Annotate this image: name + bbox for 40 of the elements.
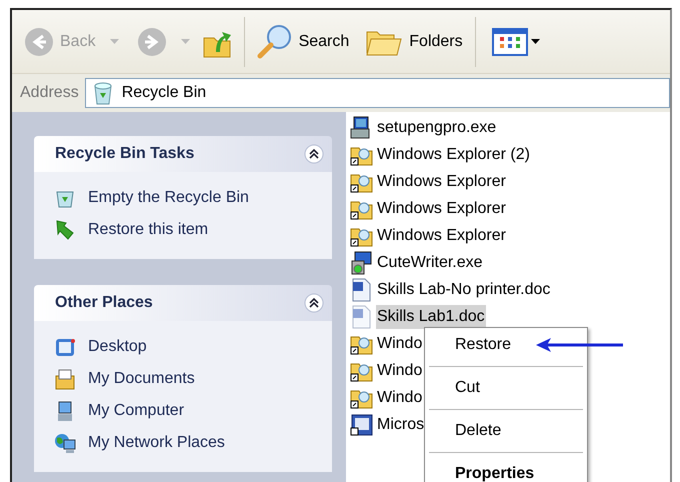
file-item[interactable]: Micros xyxy=(376,412,426,436)
file-item[interactable]: Skills Lab1.doc xyxy=(376,304,486,328)
task-link[interactable]: Restore this item xyxy=(54,218,332,242)
collapse-chevron-icon[interactable] xyxy=(304,144,324,164)
file-item[interactable]: setupengpro.exe xyxy=(376,116,498,140)
menu-item[interactable]: Delete xyxy=(425,416,587,446)
menu-item[interactable]: Properties xyxy=(425,459,587,482)
setup-disc-icon[interactable] xyxy=(350,250,374,274)
folders-button[interactable]: Folders xyxy=(365,22,463,62)
task-link[interactable]: My Computer xyxy=(54,399,332,423)
address-field[interactable]: Recycle Bin xyxy=(84,78,670,108)
address-label: Address xyxy=(20,83,79,103)
file-item[interactable]: Skills Lab-No printer.doc xyxy=(376,278,552,302)
dropdown-caret-icon xyxy=(530,39,540,44)
file-item[interactable]: CuteWriter.exe xyxy=(376,250,484,274)
menu-item[interactable]: Restore xyxy=(425,330,587,360)
search-button[interactable]: Search xyxy=(256,22,350,62)
views-grid-icon xyxy=(492,28,528,56)
restore-arrow-icon xyxy=(54,219,76,241)
network-globe-icon xyxy=(54,432,76,454)
file-item[interactable]: Windo xyxy=(376,358,424,382)
panel-header[interactable]: Other Places xyxy=(34,285,332,321)
task-link[interactable]: Empty the Recycle Bin xyxy=(54,186,332,210)
file-item[interactable]: Windows Explorer xyxy=(376,170,507,194)
file-item[interactable]: Windows Explorer (2) xyxy=(376,142,531,166)
collapse-chevron-icon[interactable] xyxy=(304,293,324,313)
search-icon xyxy=(256,24,293,60)
file-item[interactable]: Windo xyxy=(376,386,424,410)
file-item[interactable]: Windo xyxy=(376,332,424,356)
recycle-bin-icon xyxy=(92,81,114,105)
task-link[interactable]: Desktop xyxy=(54,335,332,359)
panel-header[interactable]: Recycle Bin Tasks xyxy=(34,136,332,172)
documents-folder-icon xyxy=(54,368,76,390)
file-item[interactable]: Windows Explorer xyxy=(376,224,507,248)
desktop-icon xyxy=(54,336,76,358)
word-shortcut-icon[interactable] xyxy=(350,412,374,436)
file-item[interactable]: Windows Explorer xyxy=(376,196,507,220)
menu-item[interactable]: Cut xyxy=(425,373,587,403)
task-link[interactable]: My Network Places xyxy=(54,431,332,455)
task-link[interactable]: My Documents xyxy=(54,367,332,391)
